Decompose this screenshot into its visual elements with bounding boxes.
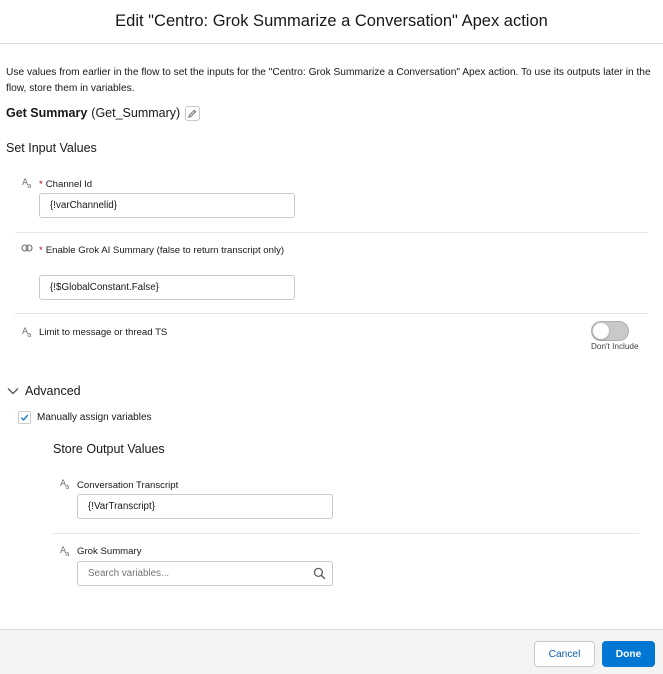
grok-summary-label: Grok Summary [77,546,142,557]
limit-ts-toggle[interactable] [591,321,629,341]
divider [15,313,648,314]
required-marker: * [39,245,43,256]
text-type-icon: Aa [22,327,32,339]
intro-text: Use values from earlier in the flow to s… [6,67,651,94]
checkmark-icon [20,414,29,421]
enable-grok-input[interactable]: {!$GlobalConstant.False} [39,275,295,300]
limit-ts-label: Limit to message or thread TS [39,327,168,338]
text-type-icon: Aa [60,546,70,558]
modal-title: Edit "Centro: Grok Summarize a Conversat… [115,12,548,30]
toggle-caption: Don't Include [591,342,639,351]
toggle-knob [593,323,609,339]
element-title: Get Summary (Get_Summary) [6,104,201,122]
output-values-heading: Store Output Values [53,442,165,456]
chevron-down-icon [7,388,19,395]
modal-header: Edit "Centro: Grok Summarize a Conversat… [0,0,663,44]
transcript-input[interactable]: {!VarTranscript} [77,494,333,519]
enable-grok-label: * Enable Grok AI Summary (false to return… [39,245,285,256]
edit-element-button[interactable] [185,105,201,121]
text-type-icon: Aa [60,479,70,491]
manual-assign-row: Manually assign variables [18,411,152,424]
channel-id-label: * Channel Id [39,179,93,190]
manual-assign-checkbox[interactable] [18,411,31,424]
divider [15,232,648,233]
channel-id-input[interactable]: {!varChannelid} [39,193,295,218]
divider [53,533,639,534]
pencil-icon [188,109,197,118]
transcript-label: Conversation Transcript [77,480,179,491]
element-api-name: (Get_Summary) [91,106,181,120]
done-button[interactable]: Done [602,641,655,667]
grok-summary-search-input[interactable] [78,562,303,585]
text-type-icon: Aa [22,178,32,190]
modal-footer: Cancel Done [0,629,663,674]
element-label: Get Summary [6,106,88,120]
modal-body: Use values from earlier in the flow to s… [0,44,663,629]
boolean-type-icon [21,244,33,255]
advanced-label: Advanced [25,384,81,398]
cancel-button[interactable]: Cancel [534,641,595,667]
advanced-section-toggle[interactable]: Advanced [6,384,81,398]
edit-apex-action-modal: Edit "Centro: Grok Summarize a Conversat… [0,0,663,674]
manual-assign-label: Manually assign variables [37,412,152,423]
search-icon[interactable] [313,567,326,580]
required-marker: * [39,179,43,190]
input-values-heading: Set Input Values [6,141,97,155]
grok-summary-search [77,561,333,586]
